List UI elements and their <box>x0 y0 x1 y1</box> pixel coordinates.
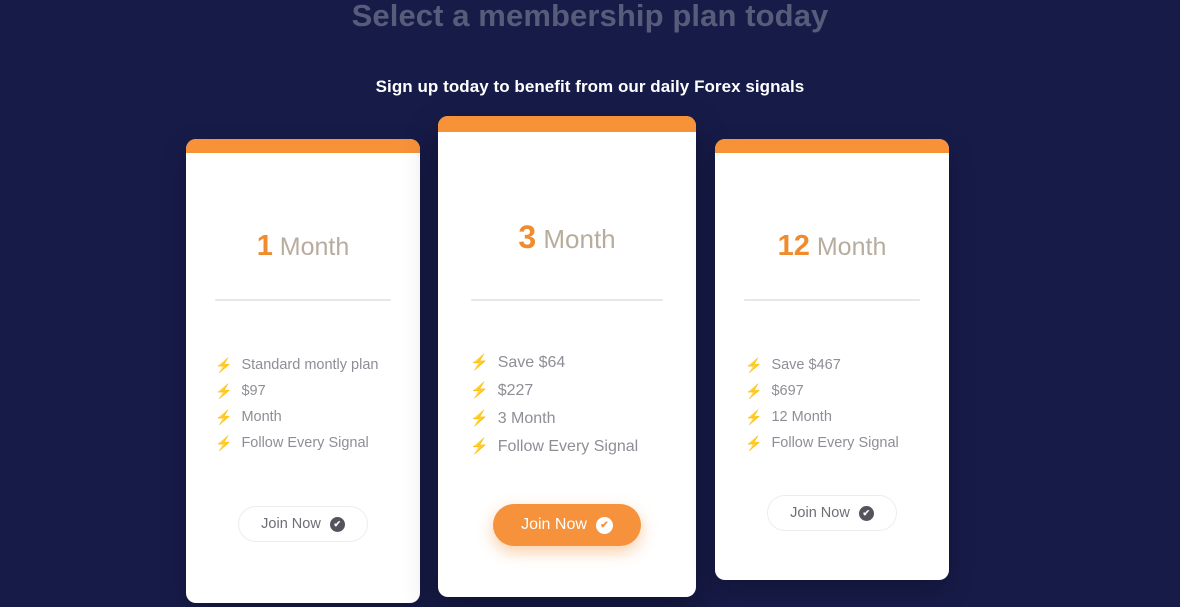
bolt-icon: ⚡ <box>215 409 233 425</box>
list-item: ⚡ Save $64 <box>470 349 680 377</box>
bolt-icon: ⚡ <box>215 357 233 373</box>
card-divider <box>471 299 663 301</box>
check-circle-icon: ✔ <box>329 516 345 532</box>
card-body: 3 Month ⚡ Save $64 ⚡ $227 ⚡ 3 Month ⚡ Fo… <box>438 132 696 597</box>
join-now-button-basic[interactable]: Join Now ✔ <box>238 506 368 542</box>
plan-duration-unit-label: Month <box>543 224 616 254</box>
join-now-button-annual[interactable]: Join Now ✔ <box>767 495 897 531</box>
list-item: ⚡ Follow Every Signal <box>470 433 680 461</box>
plan-title: 3 Month <box>438 219 696 256</box>
feature-list: ⚡ Save $467 ⚡ $697 ⚡ 12 Month ⚡ Follow E… <box>745 352 935 456</box>
bolt-icon: ⚡ <box>745 357 763 373</box>
list-item: ⚡ Save $467 <box>745 352 935 378</box>
bolt-icon: ⚡ <box>215 435 233 451</box>
plan-duration-unit-label: Month <box>279 233 350 261</box>
bolt-icon: ⚡ <box>470 410 489 427</box>
feature-label: $227 <box>497 382 534 399</box>
card-divider <box>215 299 391 301</box>
card-accent-bar <box>715 139 949 153</box>
plan-duration-number: 1 <box>256 230 273 262</box>
feature-label: Follow Every Signal <box>241 435 369 451</box>
list-item: ⚡ Month <box>215 406 395 428</box>
check-circle-icon: ✔ <box>595 516 613 534</box>
bolt-icon: ⚡ <box>745 383 763 399</box>
list-item: ⚡ Follow Every Signal <box>745 430 935 456</box>
card-body: 1 Month ⚡ Standard montly plan ⚡ $97 ⚡ M… <box>186 153 420 603</box>
cta-wrapper: Join Now ✔ <box>186 506 420 542</box>
feature-label: 12 Month <box>771 409 832 425</box>
feature-label: 3 Month <box>497 410 556 427</box>
bolt-icon: ⚡ <box>745 435 763 451</box>
feature-label: Save $467 <box>771 357 841 373</box>
feature-label: Save $64 <box>497 354 566 371</box>
pricing-card-featured[interactable]: 3 Month ⚡ Save $64 ⚡ $227 ⚡ 3 Month ⚡ Fo… <box>438 116 696 597</box>
check-circle-icon: ✔ <box>858 505 874 521</box>
bolt-icon: ⚡ <box>470 382 489 399</box>
list-item: ⚡ $697 <box>745 378 935 404</box>
feature-list: ⚡ Save $64 ⚡ $227 ⚡ 3 Month ⚡ Follow Eve… <box>470 349 680 461</box>
bolt-icon: ⚡ <box>470 438 489 455</box>
join-now-label: Join Now <box>521 516 587 533</box>
bolt-icon: ⚡ <box>745 409 763 425</box>
plan-duration-unit <box>273 233 280 261</box>
card-accent-bar <box>186 139 420 153</box>
feature-label: $97 <box>241 383 266 399</box>
join-now-label: Join Now <box>790 505 850 521</box>
list-item: ⚡ 3 Month <box>470 405 680 433</box>
pricing-card-basic[interactable]: 1 Month ⚡ Standard montly plan ⚡ $97 ⚡ M… <box>186 139 420 603</box>
feature-label: Standard montly plan <box>241 357 379 373</box>
plan-title: 12 Month <box>715 230 949 263</box>
plan-title: 1 Month <box>186 230 420 263</box>
list-item: ⚡ $227 <box>470 377 680 405</box>
list-item: ⚡ 12 Month <box>745 404 935 430</box>
bolt-icon: ⚡ <box>470 354 489 371</box>
join-now-button-featured[interactable]: Join Now ✔ <box>493 504 641 546</box>
feature-label: Follow Every Signal <box>771 435 899 451</box>
card-divider <box>744 299 920 301</box>
cta-wrapper: Join Now ✔ <box>715 495 949 531</box>
plan-duration-number: 3 <box>518 219 537 255</box>
plan-duration-unit <box>810 233 817 261</box>
card-accent-bar <box>438 116 696 132</box>
feature-list: ⚡ Standard montly plan ⚡ $97 ⚡ Month ⚡ F… <box>215 354 395 458</box>
plan-duration-unit-label: Month <box>816 233 887 261</box>
cta-wrapper: Join Now ✔ <box>438 504 696 546</box>
feature-label: $697 <box>771 383 804 399</box>
join-now-label: Join Now <box>261 516 321 532</box>
list-item: ⚡ Follow Every Signal <box>215 432 395 454</box>
bolt-icon: ⚡ <box>215 383 233 399</box>
pricing-cards-row: 1 Month ⚡ Standard montly plan ⚡ $97 ⚡ M… <box>0 0 1180 605</box>
card-body: 12 Month ⚡ Save $467 ⚡ $697 ⚡ 12 Month ⚡ <box>715 153 949 580</box>
plan-duration-number: 12 <box>777 230 810 262</box>
feature-label: Month <box>241 409 282 425</box>
list-item: ⚡ Standard montly plan <box>215 354 395 376</box>
list-item: ⚡ $97 <box>215 380 395 402</box>
feature-label: Follow Every Signal <box>497 438 639 455</box>
pricing-card-annual[interactable]: 12 Month ⚡ Save $467 ⚡ $697 ⚡ 12 Month ⚡ <box>715 139 949 580</box>
